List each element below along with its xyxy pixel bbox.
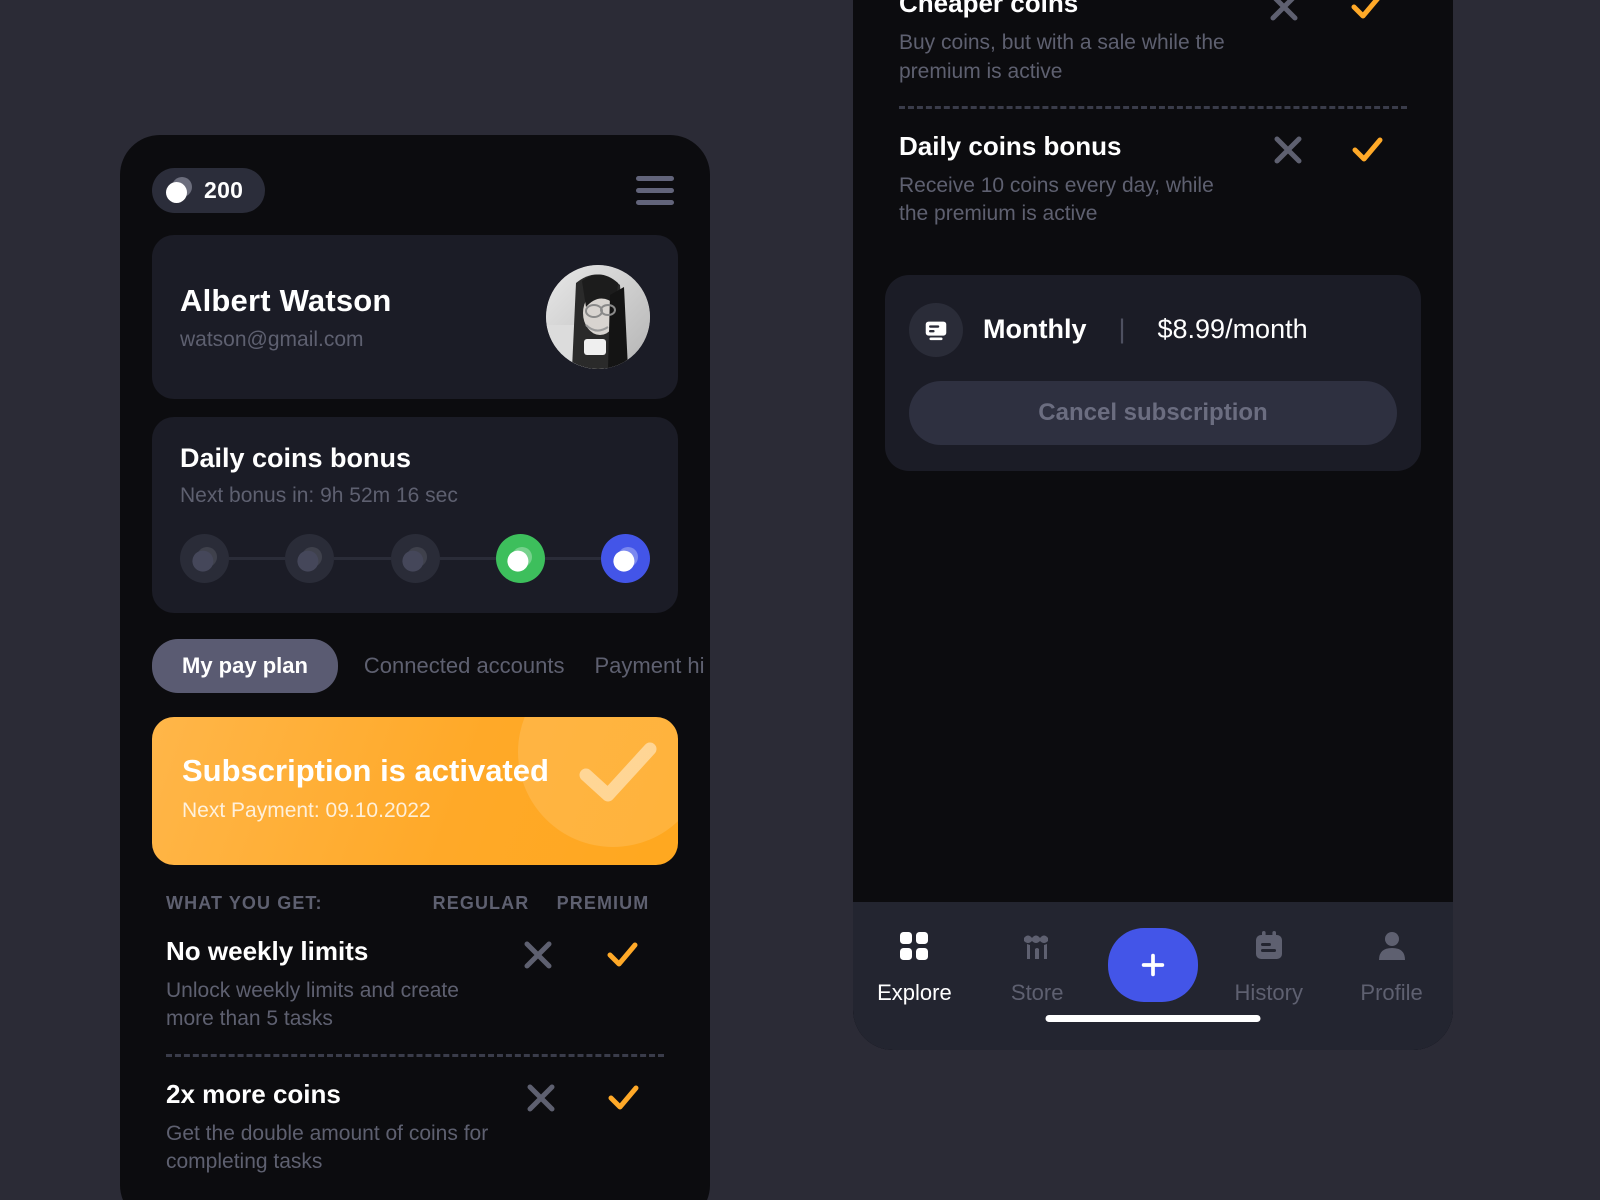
feature-regular-cell xyxy=(496,936,580,977)
profile-card[interactable]: Albert Watson watson@gmail.com xyxy=(152,235,678,399)
feature-premium-cell xyxy=(582,1079,664,1120)
subscription-plan-card: Monthly | $8.99/month Cancel subscriptio… xyxy=(885,274,1421,471)
bonus-step-dot[interactable] xyxy=(390,534,440,583)
cancel-subscription-button[interactable]: Cancel subscription xyxy=(909,380,1397,445)
bonus-step-connector xyxy=(439,557,496,560)
tab-connected-accounts[interactable]: Connected accounts xyxy=(360,639,569,693)
feature-row: No weekly limits Unlock weekly limits an… xyxy=(152,914,678,1054)
billing-card-icon xyxy=(909,302,963,357)
bonus-step-connector xyxy=(229,557,286,560)
feature-name: Daily coins bonus xyxy=(899,131,1122,162)
plan-separator: | xyxy=(1118,314,1126,345)
plan-price: $8.99/month xyxy=(1157,314,1308,345)
feature-name: No weekly limits xyxy=(166,936,369,966)
feature-regular-cell xyxy=(501,1079,583,1120)
features-header-premium: PREMIUM xyxy=(556,893,650,913)
feature-row: Cheaper coins Buy coins, but with a sale… xyxy=(885,0,1421,106)
grid-icon xyxy=(897,924,931,968)
subscription-status-banner: Subscription is activated Next Payment: … xyxy=(152,717,678,865)
feature-regular-cell xyxy=(1243,0,1325,29)
daily-bonus-title: Daily coins bonus xyxy=(180,443,412,473)
feature-desc: Unlock weekly limits and create more tha… xyxy=(166,979,459,1031)
person-icon xyxy=(1375,924,1409,968)
profile-email: watson@gmail.com xyxy=(180,327,364,351)
check-icon xyxy=(607,942,638,967)
bonus-step-dot[interactable] xyxy=(180,534,229,583)
feature-texts: Daily coins bonus Receive 10 coins every… xyxy=(899,131,1248,229)
features-header-regular: REGULAR xyxy=(432,893,530,913)
nav-label: History xyxy=(1234,980,1303,1005)
bonus-step-dot[interactable] xyxy=(285,534,335,583)
check-icon xyxy=(608,1085,639,1110)
nav-item-profile[interactable]: Profile xyxy=(1340,924,1444,1006)
cross-icon xyxy=(527,1084,555,1112)
avatar-photo[interactable] xyxy=(546,265,650,369)
right-content-body: WHAT YOU GET: REGULAR PREMIUM No weekly … xyxy=(853,0,1453,471)
nav-label: Profile xyxy=(1360,980,1423,1005)
feature-desc: Receive 10 coins every day, while the pr… xyxy=(899,174,1214,226)
daily-bonus-progress xyxy=(180,534,650,583)
bottom-navigation-bar: Explore Store History Profile xyxy=(853,902,1453,1050)
nav-label: Explore xyxy=(877,980,952,1005)
feature-texts: No weekly limits Unlock weekly limits an… xyxy=(166,936,496,1034)
feature-texts: Cheaper coins Buy coins, but with a sale… xyxy=(899,0,1243,86)
features-table-header: WHAT YOU GET: REGULAR PREMIUM xyxy=(152,893,678,914)
feature-premium-cell xyxy=(1327,131,1407,172)
feature-regular-cell xyxy=(1248,131,1328,172)
plan-summary-row: Monthly | $8.99/month xyxy=(909,302,1397,357)
profile-texts: Albert Watson watson@gmail.com xyxy=(180,283,392,352)
tab-payment-history[interactable]: Payment hi xyxy=(591,639,709,693)
feature-texts: 2x more coins Get the double amount of c… xyxy=(166,1079,501,1177)
phone-left: 200 Albert Watson watson@gmail.com Daily… xyxy=(120,135,710,1200)
bonus-step-connector xyxy=(544,557,601,560)
coin-balance-badge[interactable]: 200 xyxy=(152,167,266,213)
nav-item-store[interactable]: Store xyxy=(985,924,1089,1006)
subscription-status-title: Subscription is activated xyxy=(182,753,549,788)
feature-row: Daily coins bonus Receive 10 coins every… xyxy=(885,109,1421,249)
subscription-next-payment: Next Payment: 09.10.2022 xyxy=(182,799,431,822)
profile-name: Albert Watson xyxy=(180,282,392,318)
check-icon xyxy=(1352,137,1383,162)
calendar-icon xyxy=(1252,924,1286,968)
nav-item-history[interactable]: History xyxy=(1217,924,1321,1006)
cross-icon xyxy=(1274,136,1302,164)
nav-label: Store xyxy=(1010,980,1064,1005)
feature-desc: Get the double amount of coins for compl… xyxy=(166,1121,489,1174)
daily-bonus-card: Daily coins bonus Next bonus in: 9h 52m … xyxy=(152,417,678,613)
coin-icon xyxy=(166,177,192,203)
check-icon xyxy=(1351,0,1380,19)
cross-icon xyxy=(1270,0,1298,21)
right-screen-content: Next Payment: 09.10.2022 WHAT YOU GET: R… xyxy=(853,0,1453,1050)
features-header-label: WHAT YOU GET: xyxy=(166,893,323,913)
daily-bonus-countdown: Next bonus in: 9h 52m 16 sec xyxy=(180,484,458,507)
nav-item-explore[interactable]: Explore xyxy=(862,924,966,1006)
add-button[interactable] xyxy=(1107,928,1198,1002)
tab-my-pay-plan[interactable]: My pay plan xyxy=(152,639,338,693)
home-indicator xyxy=(1045,1015,1261,1022)
feature-name: Cheaper coins xyxy=(899,0,1079,19)
feature-desc: Buy coins, but with a sale while the pre… xyxy=(899,31,1225,83)
feature-premium-cell xyxy=(580,936,664,977)
account-tabs: My pay plan Connected accounts Payment h… xyxy=(152,639,705,693)
bonus-step-connector xyxy=(334,557,391,560)
cross-icon xyxy=(524,941,552,969)
screenshot-stage: 200 Albert Watson watson@gmail.com Daily… xyxy=(0,0,1600,1200)
bonus-step-dot-active[interactable] xyxy=(495,534,545,583)
phone-right: Next Payment: 09.10.2022 WHAT YOU GET: R… xyxy=(853,0,1453,1050)
feature-premium-cell xyxy=(1325,0,1407,29)
feature-name: 2x more coins xyxy=(166,1078,341,1109)
plus-icon xyxy=(1141,953,1165,977)
coin-balance-value: 200 xyxy=(204,176,244,203)
store-icon xyxy=(1020,924,1054,968)
left-topbar: 200 xyxy=(152,163,678,217)
feature-row: 2x more coins Get the double amount of c… xyxy=(152,1057,678,1197)
hamburger-menu-icon[interactable] xyxy=(632,172,678,209)
left-screen-content: 200 Albert Watson watson@gmail.com Daily… xyxy=(120,135,710,1196)
plan-period-label: Monthly xyxy=(983,314,1087,345)
bonus-step-dot-current[interactable] xyxy=(601,534,650,583)
